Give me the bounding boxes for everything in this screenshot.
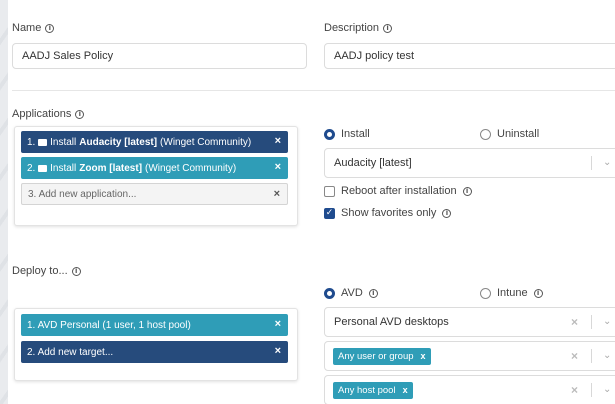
target-item-avd-personal[interactable]: 1. AVD Personal (1 user, 1 host pool) × — [21, 314, 288, 336]
remove-target-button[interactable]: × — [275, 318, 281, 330]
reboot-checkbox[interactable]: Reboot after installation i — [324, 185, 472, 197]
folder-icon — [38, 138, 48, 146]
application-item-zoom[interactable]: 2. Install Zoom [latest] (Winget Community… — [21, 157, 288, 179]
add-target-item[interactable]: 2. Add new target... × — [21, 341, 288, 363]
chevron-down-icon[interactable]: ⌄ — [603, 350, 611, 361]
radio-unselected[interactable] — [480, 128, 491, 140]
info-icon[interactable]: i — [442, 208, 452, 218]
add-application-item[interactable]: 3. Add new application... × — [21, 183, 288, 205]
remove-application-button[interactable]: × — [275, 161, 281, 173]
user-group-select[interactable]: Any user or group x × ⌄ — [324, 341, 615, 371]
radio-selected[interactable] — [324, 128, 335, 140]
host-pool-chip[interactable]: Any host pool x — [333, 381, 413, 399]
host-pool-select[interactable]: Any host pool x × ⌄ — [324, 375, 615, 404]
info-icon[interactable]: i — [71, 266, 81, 276]
uninstall-radio[interactable]: Uninstall — [480, 128, 539, 140]
install-radio[interactable]: Install — [324, 128, 370, 140]
desktop-select[interactable]: Personal AVD desktops × ⌄ — [324, 307, 615, 337]
applications-list: 1. Install Audacity [latest] (Winget Commu… — [14, 126, 298, 226]
favorites-checkbox[interactable]: ✓ Show favorites only i — [324, 207, 452, 219]
user-group-chip[interactable]: Any user or group x — [333, 347, 431, 365]
info-icon[interactable]: i — [533, 288, 543, 298]
avd-radio[interactable]: AVD i — [324, 287, 378, 299]
applications-label: Applications i — [12, 108, 85, 120]
check-icon[interactable]: ✓ — [324, 207, 335, 219]
checkbox-unchecked[interactable] — [324, 185, 335, 197]
application-select[interactable]: Audacity [latest] ⌄ — [324, 148, 615, 178]
deploy-targets-list: 1. AVD Personal (1 user, 1 host pool) × … — [14, 308, 298, 381]
chevron-down-icon[interactable]: ⌄ — [603, 157, 611, 168]
folder-icon — [38, 164, 48, 172]
radio-unselected[interactable] — [480, 287, 491, 299]
remove-chip-icon[interactable]: x — [403, 385, 408, 395]
clear-icon[interactable]: × — [571, 315, 578, 329]
radio-selected[interactable] — [324, 287, 335, 299]
clear-icon[interactable]: × — [571, 383, 578, 397]
name-label: Name i — [12, 22, 55, 34]
remove-application-button[interactable]: × — [274, 188, 280, 200]
chevron-down-icon[interactable]: ⌄ — [603, 316, 611, 327]
application-item-audacity[interactable]: 1. Install Audacity [latest] (Winget Commu… — [21, 131, 288, 153]
section-divider — [12, 90, 615, 91]
remove-chip-icon[interactable]: x — [421, 351, 426, 361]
clear-icon[interactable]: × — [571, 349, 578, 363]
deploy-label: Deploy to... i — [12, 265, 81, 277]
description-label: Description i — [324, 22, 393, 34]
info-icon[interactable]: i — [75, 109, 85, 119]
info-icon[interactable]: i — [45, 23, 55, 33]
info-icon[interactable]: i — [462, 186, 472, 196]
info-icon[interactable]: i — [383, 23, 393, 33]
name-input[interactable]: AADJ Sales Policy — [12, 43, 307, 69]
remove-target-button[interactable]: × — [275, 345, 281, 357]
policy-form: Name i AADJ Sales Policy Description i A… — [8, 0, 615, 404]
intune-radio[interactable]: Intune i — [480, 287, 543, 299]
remove-application-button[interactable]: × — [275, 135, 281, 147]
description-input[interactable]: AADJ policy test — [324, 43, 615, 69]
info-icon[interactable]: i — [368, 288, 378, 298]
chevron-down-icon[interactable]: ⌄ — [603, 384, 611, 395]
